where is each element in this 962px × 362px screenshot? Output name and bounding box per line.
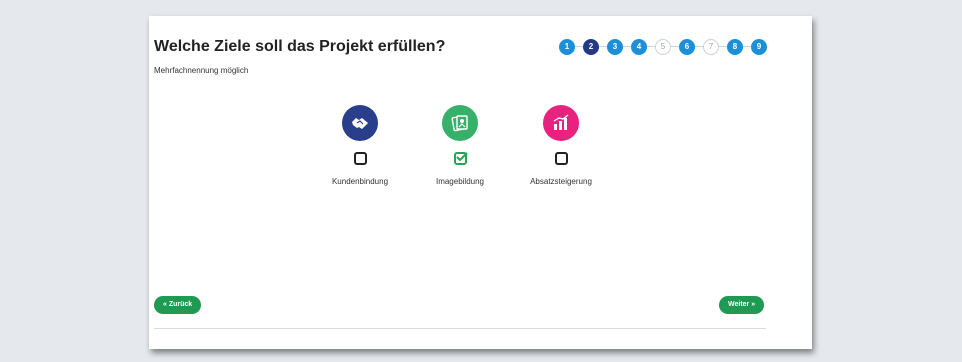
step-1[interactable]: 1 [559,39,575,55]
step-3[interactable]: 3 [607,39,623,55]
step-9[interactable]: 9 [751,39,767,55]
option-label: Absatzsteigerung [530,177,592,186]
step-5[interactable]: 5 [655,39,671,55]
option-kundenbindung[interactable]: Kundenbindung [315,105,405,186]
option-imagebildung[interactable]: Imagebildung [415,105,505,186]
page-subtitle: Mehrfachnennung möglich [154,66,249,75]
step-7[interactable]: 7 [703,39,719,55]
checkbox-absatzsteigerung[interactable] [554,152,568,165]
checkbox-imagebildung[interactable] [453,152,468,165]
checkmark-icon [455,152,468,162]
checkbox-kundenbindung[interactable] [353,152,367,165]
step-6[interactable]: 6 [679,39,695,55]
bar-chart-icon[interactable] [543,105,579,141]
option-label: Imagebildung [435,177,485,186]
image-cards-icon[interactable] [442,105,478,141]
handshake-icon[interactable] [342,105,378,141]
back-button[interactable]: « Zurück [154,296,202,314]
step-2[interactable]: 2 [583,39,599,55]
footer-divider [154,328,766,329]
page-title: Welche Ziele soll das Projekt erfüllen? [154,38,446,55]
next-button[interactable]: Weiter » [719,296,765,314]
step-8[interactable]: 8 [727,39,743,55]
wizard-card: Welche Ziele soll das Projekt erfüllen? … [149,16,812,349]
step-4[interactable]: 4 [631,39,647,55]
option-absatzsteigerung[interactable]: Absatzsteigerung [516,105,606,186]
option-label: Kundenbindung [331,177,389,186]
step-progress: 1 2 3 4 5 6 7 8 9 [559,39,769,55]
